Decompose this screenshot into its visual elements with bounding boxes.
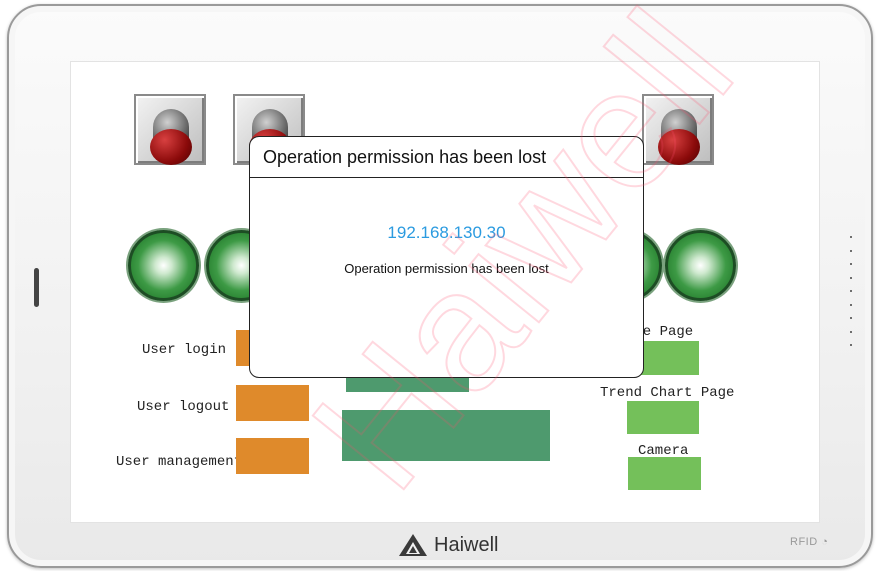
center-bar-bottom[interactable] [342, 410, 550, 461]
camera-button[interactable] [628, 457, 701, 490]
haiwell-logo-icon [399, 534, 427, 556]
toggle-switch-1[interactable] [134, 94, 206, 165]
trend-chart-page-button[interactable] [627, 401, 699, 434]
toggle-switch-3[interactable] [642, 94, 714, 165]
rfid-wave-icon: ◔ [821, 536, 829, 548]
rfid-label: RFID [790, 536, 818, 548]
switch-knob-icon [150, 129, 192, 165]
trend-chart-page-label: Trend Chart Page [600, 385, 735, 401]
rfid-mark: RFID ◔ [790, 536, 828, 548]
user-login-label: User login [142, 342, 227, 358]
indicator-lamp-4 [665, 230, 736, 301]
brand-name: Haiwell [434, 533, 499, 556]
user-logout-button[interactable] [236, 385, 309, 421]
speaker-dots [848, 236, 854, 358]
dialog-message: Operation permission has been lost [344, 261, 549, 276]
indicator-lamp-1 [128, 230, 199, 301]
user-management-label: User management [116, 454, 243, 470]
switch-knob-icon [658, 129, 700, 165]
dialog-ip-address: 192.168.130.30 [387, 223, 506, 242]
user-logout-label: User logout [137, 399, 230, 415]
brand-logo: Haiwell [398, 530, 498, 560]
user-management-button[interactable] [236, 438, 309, 474]
home-slot [34, 268, 39, 307]
dialog-title: Operation permission has been lost [250, 137, 643, 178]
permission-lost-dialog: Operation permission has been lost 192.1… [249, 136, 644, 378]
